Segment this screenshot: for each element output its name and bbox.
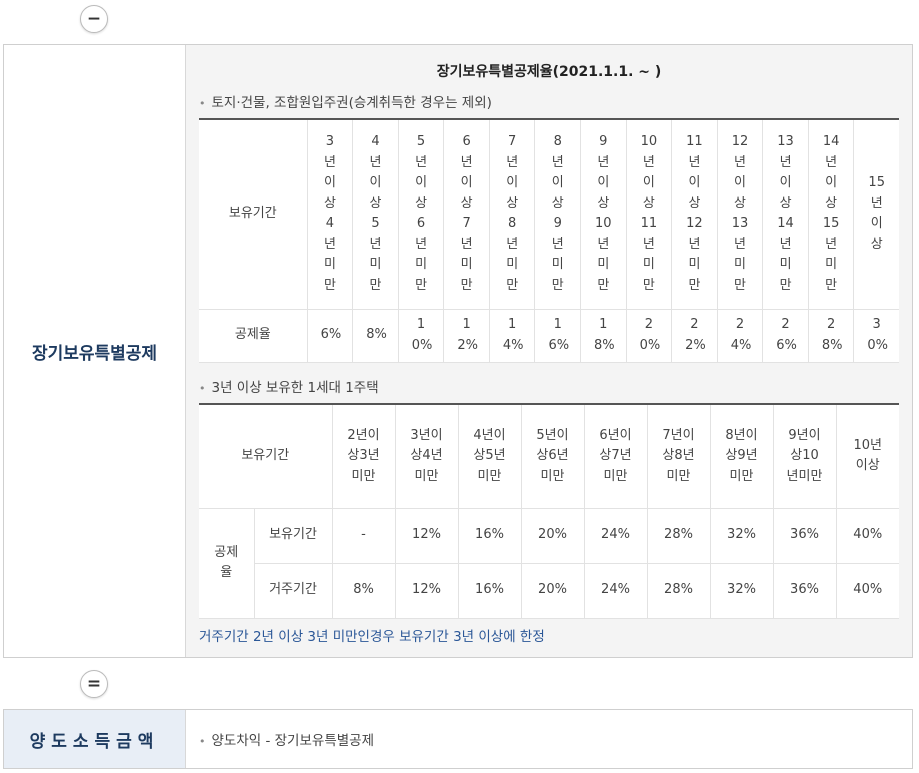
table-cell-residence-rate: 32% [710, 563, 774, 619]
minus-icon: − [80, 5, 108, 33]
table-header-period: 14년이상15년미만 [808, 119, 855, 310]
table-header-period: 9년이상10년미만 [580, 119, 627, 310]
table-header-period: 2년이상3년미만 [332, 404, 396, 509]
section-label-long-term-deduction: 장기보유특별공제 [4, 45, 186, 657]
table-cell-holding-rate: 16% [458, 508, 522, 564]
table-header-period: 7년이상8년미만 [647, 404, 711, 509]
long-term-deduction-panel: 장기보유특별공제 장기보유특별공제율(2021.1.1. ~ ) 토지·건물, … [3, 44, 913, 658]
table-cell-rate: 6% [307, 309, 354, 363]
table-row-label-rate: 공제율 [199, 309, 308, 363]
table-cell-rate: 24% [717, 309, 764, 363]
table-cell-rate: 26% [762, 309, 809, 363]
equals-icon: = [80, 670, 108, 698]
table-cell-holding-rate: 24% [584, 508, 648, 564]
table-cell-rate: 30% [853, 309, 899, 363]
table-header-holding-period: 보유기간 [199, 404, 333, 509]
table-cell-holding-rate: 20% [521, 508, 585, 564]
table-cell-holding-rate: 32% [710, 508, 774, 564]
table-header-period: 13년이상14년미만 [762, 119, 809, 310]
table-cell-rate: 8% [352, 309, 399, 363]
capital-gain-income-content: 양도차익 - 장기보유특별공제 [186, 710, 912, 768]
table-header-period: 10년이상 [836, 404, 899, 509]
table-header-period: 10년이상11년미만 [626, 119, 673, 310]
table-cell-rate: 28% [808, 309, 855, 363]
table-cell-holding-rate: 40% [836, 508, 899, 564]
table-cell-residence-rate: 36% [773, 563, 837, 619]
table-header-holding-period: 보유기간 [199, 119, 308, 310]
deduction-rate-table-general: 보유기간 3년이상4년미만 4년이상5년미만 5년이상6년미만 6년이상7년미만 7년이… [199, 118, 899, 363]
table-row-label-holding: 보유기간 [254, 508, 333, 564]
residence-note: 거주기간 2년 이상 3년 미만인경우 보유기간 3년 이상에 한정 [199, 629, 545, 645]
table-header-period: 5년이상6년미만 [521, 404, 585, 509]
bullet-formula: 양도차익 - 장기보유특별공제 [199, 729, 375, 749]
table-header-period: 6년이상7년미만 [443, 119, 490, 310]
table-cell-residence-rate: 8% [332, 563, 396, 619]
table-header-period: 12년이상13년미만 [717, 119, 764, 310]
table-cell-holding-rate: 28% [647, 508, 711, 564]
table-header-period: 3년이상4년미만 [395, 404, 459, 509]
table-cell-residence-rate: 24% [584, 563, 648, 619]
section-label-capital-gain-income: 양도소득금액 [4, 710, 186, 768]
long-term-deduction-content: 장기보유특별공제율(2021.1.1. ~ ) 토지·건물, 조합원입주권(승계… [186, 45, 912, 657]
table-cell-rate: 20% [626, 309, 673, 363]
table-cell-residence-rate: 12% [395, 563, 459, 619]
table-cell-rate: 12% [443, 309, 490, 363]
table-header-period: 5년이상6년미만 [398, 119, 445, 310]
table-cell-residence-rate: 40% [836, 563, 899, 619]
table-cell-rate: 22% [671, 309, 718, 363]
table-cell-rate: 14% [489, 309, 536, 363]
deduction-rate-title: 장기보유특별공제율(2021.1.1. ~ ) [436, 64, 662, 80]
table-header-period: 8년이상9년미만 [710, 404, 774, 509]
table-header-period: 3년이상4년미만 [307, 119, 354, 310]
table-header-period: 6년이상7년미만 [584, 404, 648, 509]
bullet-land-building: 토지·건물, 조합원입주권(승계취득한 경우는 제외) [199, 91, 492, 111]
table-cell-rate: 10% [398, 309, 445, 363]
table-cell-residence-rate: 20% [521, 563, 585, 619]
table-header-period: 4년이상5년미만 [458, 404, 522, 509]
bullet-one-house: 3년 이상 보유한 1세대 1주택 [199, 376, 379, 396]
table-header-period: 9년이상10년미만 [773, 404, 837, 509]
table-cell-rate: 18% [580, 309, 627, 363]
table-cell-holding-rate: 36% [773, 508, 837, 564]
capital-gain-income-panel: 양도소득금액 양도차익 - 장기보유특별공제 [3, 709, 913, 769]
table-header-period: 8년이상9년미만 [534, 119, 582, 310]
table-header-period: 11년이상12년미만 [671, 119, 718, 310]
table-cell-holding-rate: 12% [395, 508, 459, 564]
table-header-period: 15년이상 [853, 119, 899, 310]
table-header-period: 7년이상8년미만 [489, 119, 536, 310]
table-cell-residence-rate: 16% [458, 563, 522, 619]
table-cell-holding-rate: - [332, 508, 396, 564]
deduction-rate-table-one-house: 보유기간 2년이상3년미만 3년이상4년미만 4년이상5년미만 5년이상6년미만 6년이… [199, 403, 899, 619]
table-row-label-residence: 거주기간 [254, 563, 333, 619]
table-row-label-rate: 공제율 [199, 508, 255, 619]
table-cell-rate: 16% [534, 309, 582, 363]
table-header-period: 4년이상5년미만 [352, 119, 399, 310]
table-cell-residence-rate: 28% [647, 563, 711, 619]
